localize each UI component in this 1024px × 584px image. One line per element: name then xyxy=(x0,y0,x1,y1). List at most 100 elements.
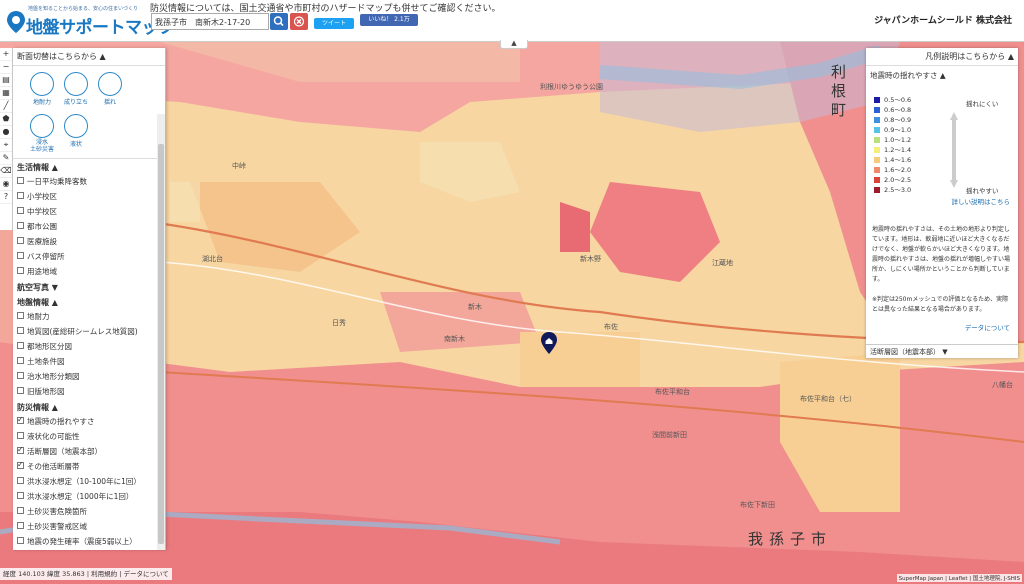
legend-subtitle[interactable]: 地震時の揺れやすさ ▲ xyxy=(866,66,1018,85)
layer-checkbox[interactable] xyxy=(17,342,24,349)
layer-item[interactable]: 医療施設 xyxy=(13,234,165,249)
layer-item[interactable]: 地質図(産総研シームレス地質図) xyxy=(13,324,165,339)
locate-icon[interactable]: ◉ xyxy=(0,178,12,191)
layer-checkbox[interactable] xyxy=(17,237,24,244)
section-header[interactable]: 地盤情報 ▲ xyxy=(13,294,165,309)
map-toolbar: + − ▤ ▦ ╱ ⬟ ● ⌖ ✎ ⌫ ◉ ? xyxy=(0,48,13,230)
layer-checkbox[interactable] xyxy=(17,537,24,544)
legend-high-label: 揺れやすい xyxy=(966,187,999,195)
layer-label: その他活断層帯 xyxy=(27,462,80,471)
layer-item[interactable]: 旧版地形図 xyxy=(13,384,165,399)
layer-checkbox[interactable] xyxy=(17,459,24,470)
print-icon[interactable]: ▦ xyxy=(0,87,12,100)
polygon-icon[interactable]: ⬟ xyxy=(0,113,12,126)
layer-item[interactable]: 一日平均乗降客数 xyxy=(13,174,165,189)
company-name: ジャパンホームシールド 株式会社 xyxy=(874,16,1012,26)
address-search-input[interactable] xyxy=(152,14,270,30)
zoom-out-button[interactable]: − xyxy=(0,61,12,74)
layer-item[interactable]: 地震の発生確率（震度6弱以上） xyxy=(13,549,165,550)
layer-checkbox[interactable] xyxy=(17,414,24,425)
layer-checkbox[interactable] xyxy=(17,357,24,364)
layer-item[interactable]: 治水地形分類図 xyxy=(13,369,165,384)
layer-checkbox[interactable] xyxy=(17,444,24,455)
layer-checkbox[interactable] xyxy=(17,327,24,334)
layer-item[interactable]: 都市公園 xyxy=(13,219,165,234)
category-shaking[interactable]: 揺れ xyxy=(95,72,125,106)
layer-checkbox[interactable] xyxy=(17,492,24,499)
map-label: 浅間前新田 xyxy=(652,431,687,439)
delete-icon[interactable]: ⌫ xyxy=(0,165,12,178)
legend-swatch xyxy=(874,97,880,103)
layer-item[interactable]: 中学校区 xyxy=(13,204,165,219)
layer-item[interactable]: 地耐力 xyxy=(13,309,165,324)
map-label: 新木 xyxy=(468,303,482,311)
measure-icon[interactable]: ╱ xyxy=(0,100,12,113)
layer-checkbox[interactable] xyxy=(17,267,24,274)
clear-button[interactable] xyxy=(290,13,308,30)
legend-range-label: 1.6～2.0 xyxy=(884,166,912,174)
search-button[interactable] xyxy=(270,13,288,30)
address-search[interactable] xyxy=(151,13,270,30)
layer-checkbox[interactable] xyxy=(17,252,24,259)
zoom-in-button[interactable]: + xyxy=(0,48,12,61)
like-button[interactable]: いいね！ 2.1万 xyxy=(360,14,418,26)
layer-checkbox[interactable] xyxy=(17,177,24,184)
layer-checkbox[interactable] xyxy=(17,432,24,439)
category-liquefaction[interactable]: 液状 xyxy=(61,114,91,148)
section-header[interactable]: 生活情報 ▲ xyxy=(13,159,165,174)
layer-item[interactable]: 洪水浸水想定（1000年に1回） xyxy=(13,489,165,504)
layer-checkbox[interactable] xyxy=(17,507,24,514)
layer-item[interactable]: 液状化の可能性 xyxy=(13,429,165,444)
layer-item[interactable]: 洪水浸水想定（10-100年に1回） xyxy=(13,474,165,489)
layer-item[interactable]: バス停留所 xyxy=(13,249,165,264)
category-origin[interactable]: 成り立ち xyxy=(61,72,91,106)
layer-checkbox[interactable] xyxy=(17,372,24,379)
layer-label: 地震の発生確率（震度5弱以上） xyxy=(27,537,137,546)
circle-icon[interactable]: ● xyxy=(0,126,12,139)
layer-item[interactable]: 地震の発生確率（震度5弱以上） xyxy=(13,534,165,549)
app-logo[interactable]: 地盤を知ることから始まる、安心の住まいづくり 地盤サポートマップ xyxy=(6,2,175,40)
scrollbar-thumb[interactable] xyxy=(158,144,164,544)
active-fault-toggle[interactable]: 活断層図（地震本部） ▼ xyxy=(866,344,1018,358)
layer-checkbox[interactable] xyxy=(17,192,24,199)
legend-row: 2.0～2.5 xyxy=(874,176,911,185)
layer-label: 都地形区分図 xyxy=(27,342,72,351)
layer-checkbox[interactable] xyxy=(17,477,24,484)
panel-scrollbar[interactable] xyxy=(157,114,165,550)
town-name-label: 我孫子市 xyxy=(748,530,833,548)
tweet-button[interactable]: ツイート xyxy=(314,18,354,29)
category-label: 成り立ち xyxy=(63,99,88,106)
layer-item[interactable]: 活断層図（地震本部） xyxy=(13,444,165,459)
layer-item[interactable]: 小学校区 xyxy=(13,189,165,204)
cross-section-link[interactable]: 断面切替はこちらから ▲ xyxy=(13,48,165,66)
layer-checkbox[interactable] xyxy=(17,387,24,394)
marker-icon[interactable]: ⌖ xyxy=(0,139,12,152)
layer-item[interactable]: 土砂災害警戒区域 xyxy=(13,519,165,534)
header-collapse-tab[interactable]: ▲ xyxy=(500,40,528,49)
help-icon[interactable]: ? xyxy=(0,191,12,204)
data-info-link[interactable]: データについて xyxy=(965,322,1010,332)
location-pin-icon[interactable] xyxy=(541,332,557,354)
layer-item[interactable]: 用途地域 xyxy=(13,264,165,279)
category-bearing[interactable]: 地耐力 xyxy=(27,72,57,106)
category-flood[interactable]: 浸水 土砂災害 xyxy=(27,114,57,153)
legend-detail-link[interactable]: 詳しい説明はこちら xyxy=(952,196,1011,206)
section-header[interactable]: 航空写真 ▼ xyxy=(13,279,165,294)
layer-item[interactable]: 土砂災害危険箇所 xyxy=(13,504,165,519)
section-header[interactable]: 防災情報 ▲ xyxy=(13,399,165,414)
layer-item[interactable]: 地震時の揺れやすさ xyxy=(13,414,165,429)
layer-item[interactable]: その他活断層帯 xyxy=(13,459,165,474)
map-label: 南新木 xyxy=(444,335,465,343)
legend-help-link[interactable]: 凡例説明はこちらから ▲ xyxy=(866,48,1018,66)
layer-checkbox[interactable] xyxy=(17,222,24,229)
layer-checkbox[interactable] xyxy=(17,207,24,214)
legend-row: 1.2～1.4 xyxy=(874,146,911,155)
layer-checkbox[interactable] xyxy=(17,312,24,319)
layer-label: 洪水浸水想定（1000年に1回） xyxy=(27,492,134,501)
edit-icon[interactable]: ✎ xyxy=(0,152,12,165)
layer-item[interactable]: 土地条件図 xyxy=(13,354,165,369)
layer-checkbox[interactable] xyxy=(17,522,24,529)
layers-icon[interactable]: ▤ xyxy=(0,74,12,87)
layer-item[interactable]: 都地形区分図 xyxy=(13,339,165,354)
legend-range-label: 1.2～1.4 xyxy=(884,146,912,154)
